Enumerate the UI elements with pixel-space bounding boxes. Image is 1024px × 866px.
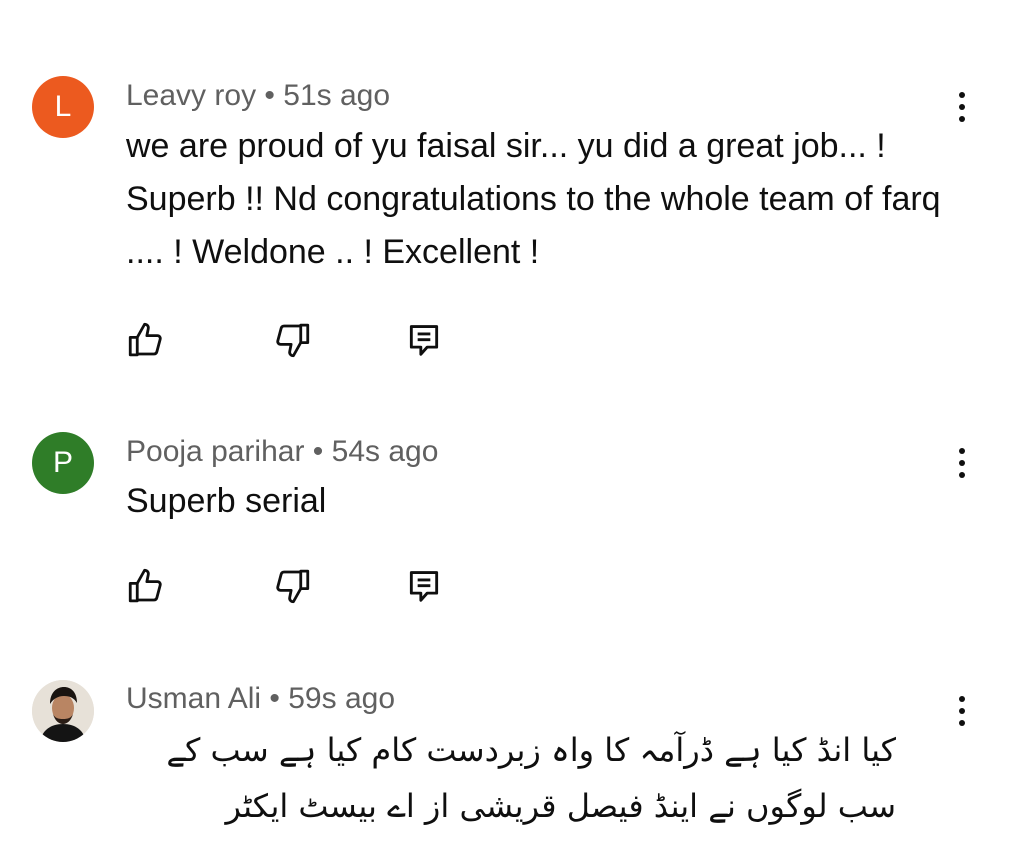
avatar-letter: L — [54, 90, 72, 123]
meta-separator: • — [269, 682, 280, 715]
comment-text: کیا انڈ کیا ہے ڈرآمہ کا واہ زبردست کام ک… — [166, 731, 896, 825]
like-icon[interactable] — [122, 316, 170, 364]
avatar-letter: P — [52, 446, 73, 479]
author-name[interactable]: Pooja parihar — [126, 435, 304, 468]
more-vert-icon[interactable] — [944, 689, 980, 733]
comment-actions — [0, 562, 1024, 610]
comment-time[interactable]: 54s ago — [332, 435, 439, 468]
meta-separator: • — [264, 79, 275, 112]
avatar[interactable] — [32, 680, 94, 742]
reply-icon[interactable] — [400, 316, 448, 364]
comment-actions — [0, 316, 1024, 364]
dislike-icon[interactable] — [268, 562, 316, 610]
author-name[interactable]: Usman Ali — [126, 682, 261, 715]
comment-text: Superb serial — [126, 482, 327, 520]
avatar[interactable]: P — [32, 432, 94, 494]
reply-icon[interactable] — [400, 562, 448, 610]
comment-meta: Pooja parihar • 54s ago — [126, 435, 438, 469]
dislike-icon[interactable] — [268, 316, 316, 364]
like-icon[interactable] — [122, 562, 170, 610]
comment-time[interactable]: 59s ago — [288, 682, 395, 715]
author-name[interactable]: Leavy roy — [126, 79, 256, 112]
comment-text: we are proud of yu faisal sir... yu did … — [126, 127, 941, 271]
comment-meta: Usman Ali • 59s ago — [126, 682, 395, 716]
meta-separator: • — [312, 435, 324, 468]
comment-meta: Leavy roy • 51s ago — [126, 79, 390, 113]
comment-time[interactable]: 51s ago — [283, 79, 390, 112]
avatar-photo — [32, 680, 94, 742]
avatar[interactable]: L — [32, 76, 94, 138]
